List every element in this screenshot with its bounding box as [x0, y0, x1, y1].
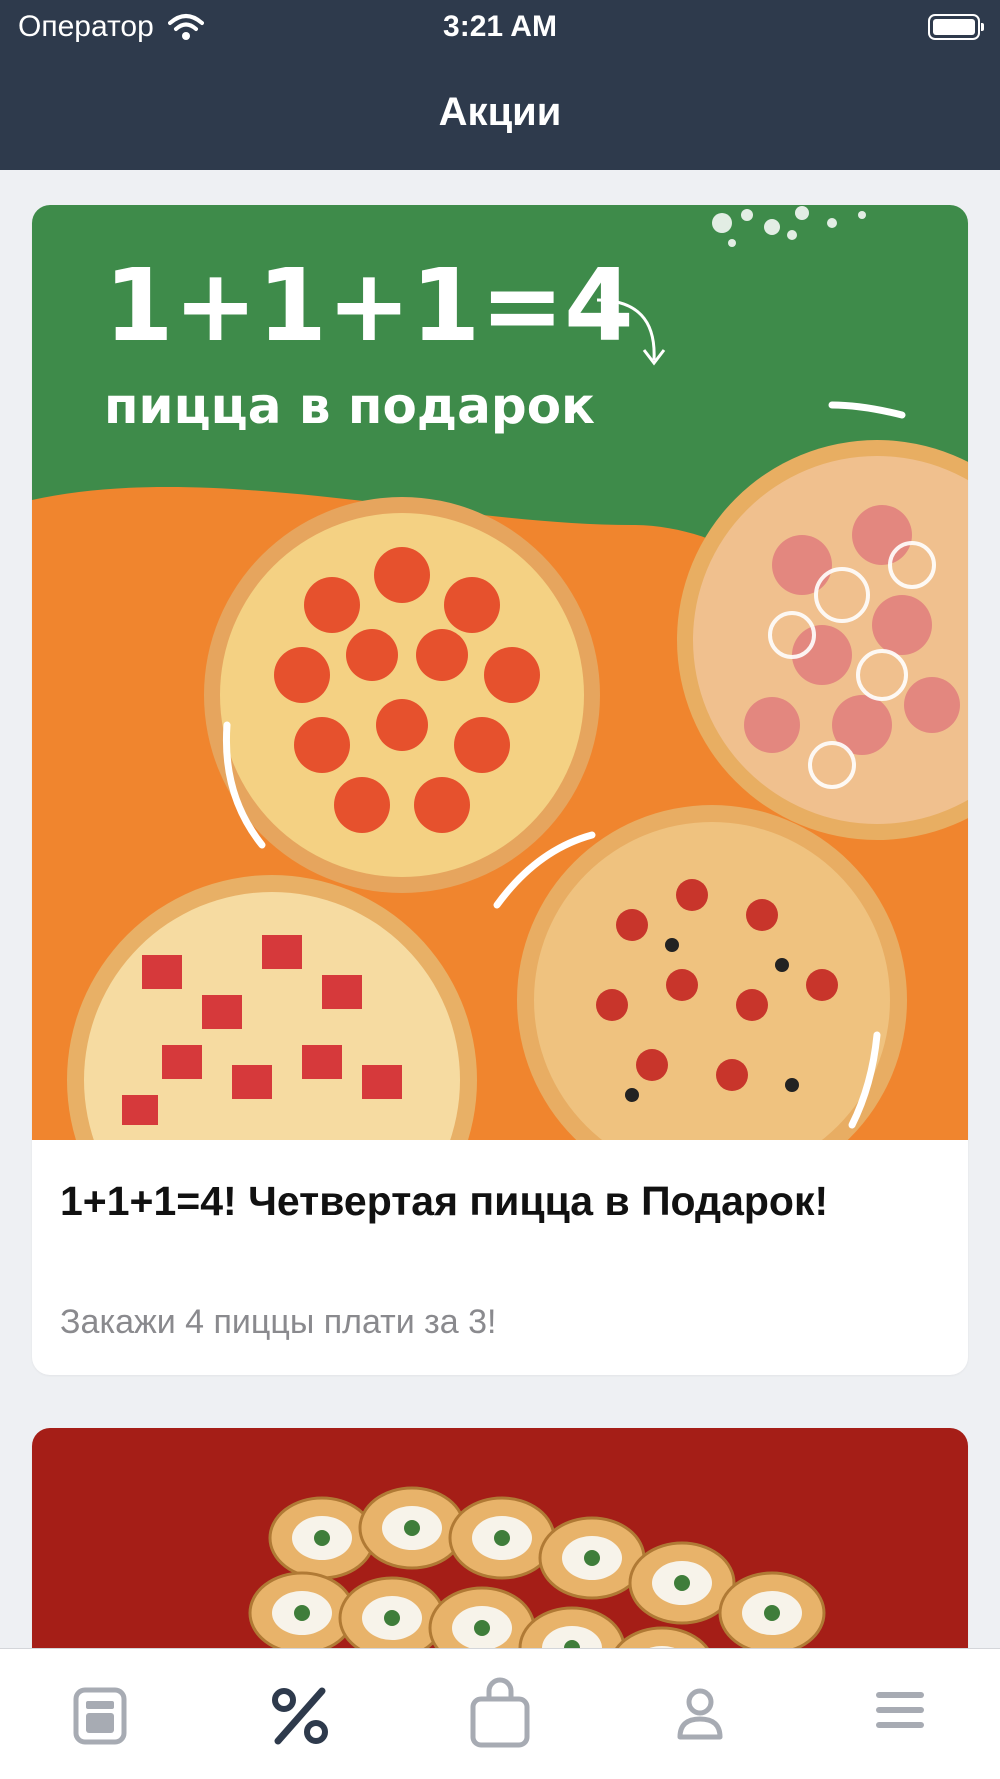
promo-card[interactable]: 1+1+1=4 пицца в подарок 1+1+1=4! Четверт…	[32, 205, 968, 1375]
battery-icon	[928, 14, 984, 40]
tab-bar	[0, 1648, 1000, 1779]
promo-banner-image: 1+1+1=4 пицца в подарок	[32, 205, 968, 1140]
banner-subheadline: пицца в подарок	[104, 377, 595, 435]
menu-card-icon	[73, 1687, 127, 1745]
banner-headline: 1+1+1=4	[104, 247, 634, 364]
hamburger-menu-icon	[876, 1692, 924, 1728]
tab-cart[interactable]	[400, 1649, 600, 1779]
promo-subtitle: Закажи 4 пиццы плати за 3!	[60, 1303, 497, 1341]
tab-promotions[interactable]	[200, 1649, 400, 1779]
top-bar: Оператор 3:21 AM Акции	[0, 0, 1000, 170]
promo-title: 1+1+1=4! Четвертая пицца в Подарок!	[60, 1178, 829, 1224]
percent-icon	[272, 1687, 328, 1745]
profile-icon	[677, 1688, 723, 1740]
shopping-bag-icon	[470, 1677, 530, 1748]
status-time: 3:21 AM	[443, 10, 557, 43]
tab-profile[interactable]	[600, 1649, 800, 1779]
tab-menu[interactable]	[0, 1649, 200, 1779]
pizza-image	[204, 497, 600, 893]
page-title: Акции	[438, 90, 562, 134]
tab-more[interactable]	[800, 1649, 1000, 1779]
